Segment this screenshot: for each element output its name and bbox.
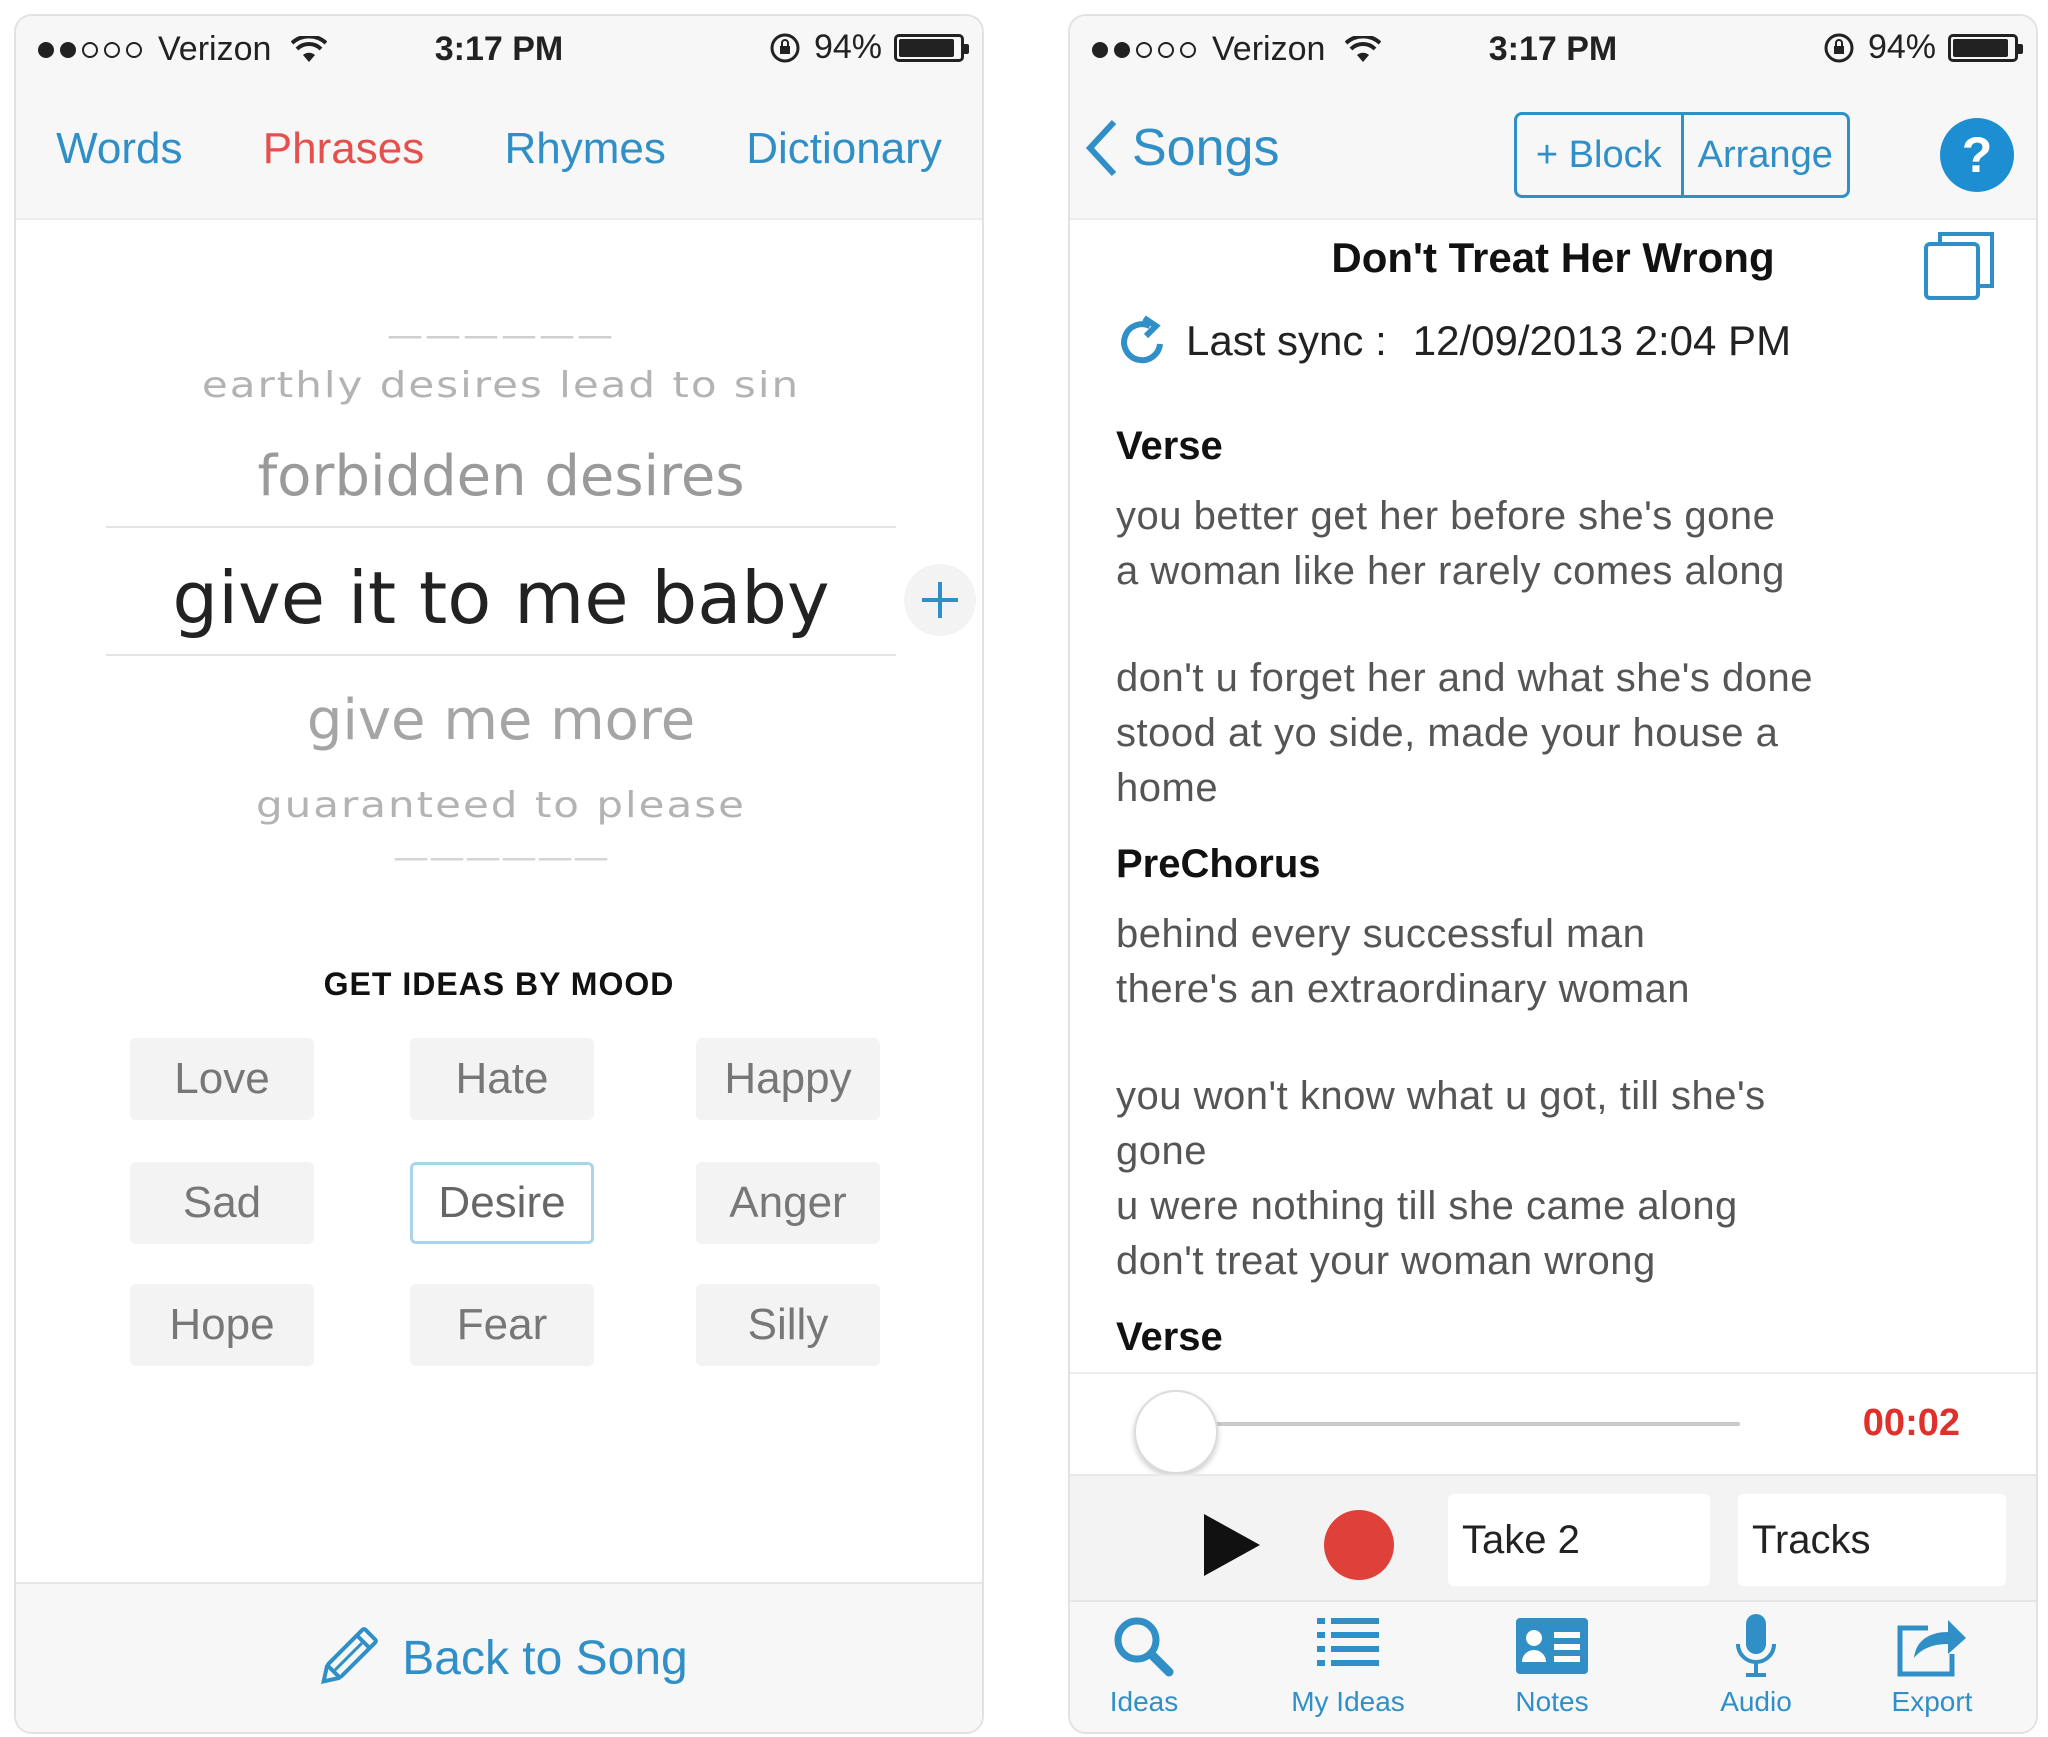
lyric-line: there's an extraordinary woman bbox=[1116, 967, 1691, 1011]
help-button[interactable]: ? bbox=[1940, 118, 2014, 192]
playback-time: 00:02 bbox=[1862, 1402, 1960, 1444]
battery-percent: 94% bbox=[1867, 28, 1936, 66]
lyric-line: you better get her before she's gone bbox=[1116, 494, 1776, 538]
lyric-line: don't treat your woman wrong bbox=[1116, 1239, 1656, 1283]
tab-export[interactable]: Export bbox=[1852, 1612, 2012, 1718]
back-to-song-bar[interactable]: Back to Song bbox=[16, 1582, 982, 1732]
take-selector[interactable]: Take 2 bbox=[1448, 1494, 1710, 1586]
mood-desire-button[interactable]: Desire bbox=[410, 1162, 594, 1244]
play-button[interactable] bbox=[1200, 1510, 1264, 1580]
lyric-line: home bbox=[1116, 766, 1219, 810]
status-bar: Verizon 3:17 PM 94% bbox=[1070, 16, 2036, 80]
mood-silly-button[interactable]: Silly bbox=[696, 1284, 880, 1366]
tab-label: Notes bbox=[1515, 1686, 1589, 1717]
battery-icon bbox=[1948, 33, 2023, 62]
rotation-lock-icon bbox=[770, 33, 800, 62]
tab-label: Export bbox=[1891, 1686, 1973, 1717]
lyric-line: don't u forget her and what she's done bbox=[1116, 656, 1813, 700]
back-label: Songs bbox=[1132, 119, 1280, 177]
tab-rhymes[interactable]: Rhymes bbox=[505, 124, 666, 174]
picker-row[interactable]: forbidden desires bbox=[106, 444, 896, 509]
lyric-line: gone bbox=[1116, 1129, 1207, 1173]
search-icon bbox=[1114, 1617, 1174, 1677]
battery-percent: 94% bbox=[813, 28, 882, 66]
mood-hope-button[interactable]: Hope bbox=[130, 1284, 314, 1366]
scrubber-track[interactable] bbox=[1180, 1422, 1740, 1426]
chevron-left-icon bbox=[1085, 119, 1117, 177]
sync-date: 12/09/2013 2:04 PM bbox=[1412, 317, 1792, 364]
picker-selection-line bbox=[106, 654, 896, 656]
block-arrange-segmented-control: + Block Arrange bbox=[1514, 112, 1850, 198]
mood-sad-button[interactable]: Sad bbox=[130, 1162, 314, 1244]
picker-selection-line bbox=[106, 526, 896, 528]
lyric-block[interactable]: PreChorus behind every successful man th… bbox=[1116, 842, 1996, 1289]
list-icon bbox=[1317, 1618, 1379, 1666]
pencil-icon bbox=[321, 1627, 379, 1684]
scrubber-thumb[interactable] bbox=[1134, 1390, 1218, 1474]
lyric-line: stood at yo side, made your house a bbox=[1116, 711, 1779, 755]
song-title: Don't Treat Her Wrong bbox=[1331, 234, 1775, 281]
tab-phrases[interactable]: Phrases bbox=[263, 124, 424, 174]
copy-icon[interactable] bbox=[1920, 226, 1998, 304]
tab-label: Audio bbox=[1720, 1686, 1792, 1717]
microphone-icon bbox=[1736, 1614, 1776, 1677]
song-nav-bar: Songs + Block Arrange ? bbox=[1070, 80, 2036, 220]
tab-ideas[interactable]: Ideas bbox=[1070, 1612, 1224, 1718]
plus-icon bbox=[922, 582, 958, 618]
bottom-tab-bar: Ideas My Ideas Notes Audio Export bbox=[1070, 1600, 2036, 1732]
tracks-button[interactable]: Tracks bbox=[1738, 1494, 2006, 1586]
lyric-line: a woman like her rarely comes along bbox=[1116, 549, 1785, 593]
sync-label: Last sync : bbox=[1186, 317, 1387, 364]
mood-anger-button[interactable]: Anger bbox=[696, 1162, 880, 1244]
add-phrase-button[interactable] bbox=[904, 564, 976, 636]
mood-section-title: GET IDEAS BY MOOD bbox=[323, 966, 675, 1002]
tab-label: My Ideas bbox=[1291, 1686, 1405, 1717]
lyric-line: you won't know what u got, till she's bbox=[1116, 1074, 1766, 1118]
notes-card-icon bbox=[1516, 1618, 1588, 1674]
picker-selected-phrase[interactable]: give it to me baby bbox=[106, 556, 896, 640]
back-to-songs-button[interactable]: Songs bbox=[1082, 116, 1279, 180]
lyric-line: u were nothing till she came along bbox=[1116, 1184, 1738, 1228]
audio-scrubber: 00:02 bbox=[1070, 1372, 2036, 1474]
lyric-block[interactable]: Verse bbox=[1116, 1315, 1996, 1354]
export-icon bbox=[1897, 1620, 1966, 1677]
mood-fear-button[interactable]: Fear bbox=[410, 1284, 594, 1366]
lyric-block[interactable]: Verse you better get her before she's go… bbox=[1116, 424, 1996, 816]
tab-audio[interactable]: Audio bbox=[1676, 1612, 1836, 1718]
tab-dictionary[interactable]: Dictionary bbox=[746, 124, 942, 174]
idea-type-tabs: Words Phrases Rhymes Dictionary bbox=[16, 80, 982, 220]
picker-row[interactable]: give me more bbox=[106, 688, 896, 753]
back-to-song-button[interactable]: Back to Song bbox=[402, 1631, 688, 1686]
picker-row-faint: —————— bbox=[106, 330, 896, 350]
mood-hate-button[interactable]: Hate bbox=[410, 1038, 594, 1120]
phrases-screen: Verizon 3:17 PM 94% Words Phrases Rhymes… bbox=[14, 14, 984, 1734]
phrase-picker[interactable]: —————— earthly desires lead to sin forbi… bbox=[16, 316, 982, 876]
add-block-button[interactable]: + Block bbox=[1517, 115, 1684, 195]
tab-words[interactable]: Words bbox=[56, 124, 182, 174]
mood-happy-button[interactable]: Happy bbox=[696, 1038, 880, 1120]
arrange-button[interactable]: Arrange bbox=[1684, 115, 1848, 195]
picker-row[interactable]: guaranteed to please bbox=[106, 784, 896, 826]
block-title: PreChorus bbox=[1116, 842, 1321, 886]
record-button[interactable] bbox=[1324, 1510, 1394, 1580]
sync-status: Last sync : 12/09/2013 2:04 PM bbox=[1116, 314, 1791, 368]
mood-love-button[interactable]: Love bbox=[130, 1038, 314, 1120]
tab-notes[interactable]: Notes bbox=[1472, 1612, 1632, 1718]
battery-icon bbox=[894, 33, 969, 62]
recorder-controls: Take 2 Tracks bbox=[1070, 1474, 2036, 1604]
picker-row[interactable]: earthly desires lead to sin bbox=[106, 364, 896, 406]
lyrics-editor[interactable]: Verse you better get her before she's go… bbox=[1116, 424, 1996, 1354]
tab-my-ideas[interactable]: My Ideas bbox=[1268, 1612, 1428, 1718]
tab-label: Ideas bbox=[1109, 1686, 1179, 1717]
rotation-lock-icon bbox=[1824, 33, 1854, 62]
block-title: Verse bbox=[1116, 1315, 1223, 1354]
block-title: Verse bbox=[1116, 424, 1223, 468]
sync-icon[interactable] bbox=[1116, 314, 1170, 368]
lyric-line: behind every successful man bbox=[1116, 912, 1646, 956]
status-bar: Verizon 3:17 PM 94% bbox=[16, 16, 982, 80]
song-editor-screen: Verizon 3:17 PM 94% Songs + Block Arrang… bbox=[1068, 14, 2038, 1734]
picker-row-faint: —————— bbox=[106, 856, 896, 870]
